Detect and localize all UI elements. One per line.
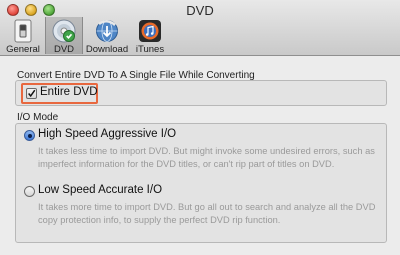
high-speed-description: It takes less time to import DVD. But mi…	[38, 146, 375, 169]
preferences-window: DVD General DVD Download iTunes Convert …	[0, 0, 400, 255]
toolbar-item-general[interactable]: General	[4, 17, 42, 55]
switch-icon	[11, 19, 35, 43]
preferences-toolbar: General DVD Download iTunes	[4, 17, 172, 55]
toolbar-item-download[interactable]: Download	[85, 17, 129, 55]
title-bar: DVD General DVD Download iTunes	[0, 0, 400, 56]
itunes-icon	[138, 19, 162, 43]
window-title: DVD	[186, 3, 214, 18]
toolbar-item-label: iTunes	[135, 44, 165, 55]
download-globe-icon	[95, 19, 119, 43]
high-speed-radio[interactable]	[24, 130, 35, 141]
toolbar-item-itunes[interactable]: iTunes	[131, 17, 169, 55]
entire-dvd-label[interactable]: Entire DVD	[40, 86, 98, 98]
dvd-disc-icon	[52, 19, 76, 43]
low-speed-label[interactable]: Low Speed Accurate I/O	[38, 184, 162, 196]
toolbar-item-dvd[interactable]: DVD	[45, 17, 83, 55]
io-mode-section-label: I/O Mode	[17, 112, 59, 123]
low-speed-radio[interactable]	[24, 186, 35, 197]
toolbar-item-label: DVD	[53, 44, 75, 55]
checkmark-icon	[28, 89, 36, 98]
toolbar-item-label: General	[6, 44, 40, 55]
high-speed-label[interactable]: High Speed Aggressive I/O	[38, 128, 176, 140]
low-speed-description: It takes more time to import DVD. But go…	[38, 202, 376, 225]
entire-dvd-checkbox[interactable]	[26, 88, 37, 99]
toolbar-item-label: Download	[85, 44, 129, 55]
